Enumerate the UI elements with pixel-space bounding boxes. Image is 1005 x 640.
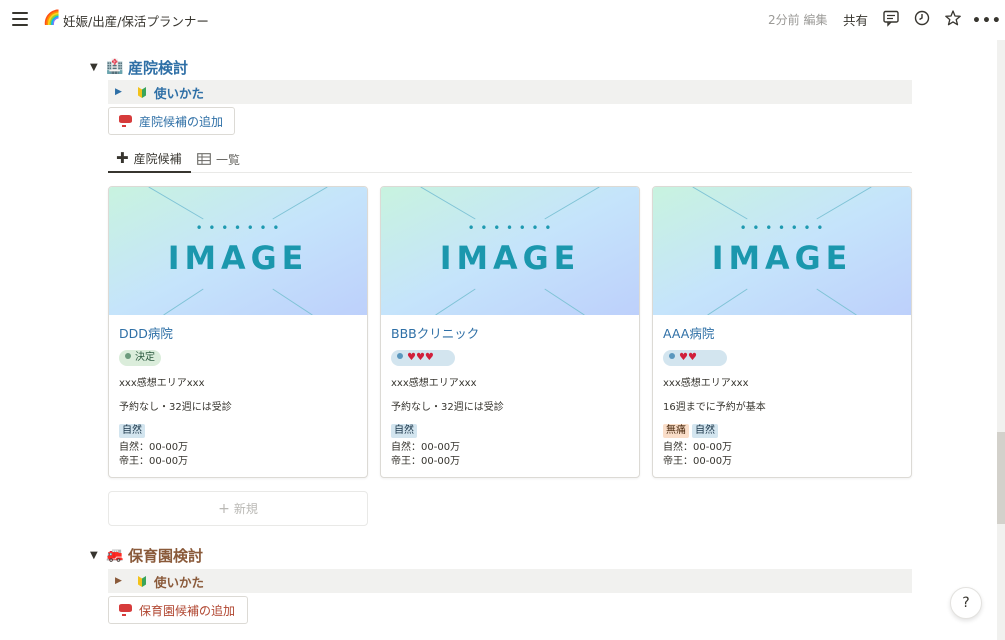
beginner-mark-icon	[138, 576, 146, 587]
toggle-label: 使いかた	[154, 85, 205, 101]
fire-engine-icon: 🚒	[106, 547, 124, 563]
add-button-label: 産院候補の追加	[139, 114, 224, 129]
howto-toggle[interactable]: ▶ 使いかた	[108, 569, 912, 593]
last-edited-text: 2分前 編集	[768, 13, 828, 27]
view-tabs: ✚ 産院候補 一覧	[108, 145, 912, 173]
clock-icon[interactable]	[913, 9, 931, 27]
tab-list[interactable]: 一覧	[197, 145, 247, 173]
card-title: DDD病院	[119, 326, 173, 341]
natural-cost: 自然：00-00万	[391, 442, 461, 453]
rating-badge: ♥♥	[663, 350, 727, 366]
impression-text: xxx感想エリアxxx	[663, 378, 749, 389]
toggle-triangle-icon[interactable]: ▶	[115, 87, 135, 97]
svg-text:IMAGE: IMAGE	[712, 239, 853, 277]
scrollbar-track[interactable]	[997, 40, 1005, 640]
section-nursery-heading: ▼ 🚒 保育園検討	[90, 544, 203, 566]
new-card-button[interactable]: + 新規	[108, 491, 368, 526]
boxing-glove-icon	[119, 604, 132, 616]
more-icon[interactable]: •••	[972, 13, 1001, 31]
cesarean-cost: 帝王：00-00万	[391, 456, 461, 467]
reservation-note: 予約なし・32週には受診	[391, 402, 504, 413]
hospital-card[interactable]: • • • • • • • IMAGE DDD病院 決定 xxx感想エリアxxx…	[108, 186, 368, 478]
card-title: AAA病院	[663, 326, 715, 341]
impression-text: xxx感想エリアxxx	[119, 378, 205, 389]
status-badge: 決定	[119, 350, 161, 366]
svg-text:IMAGE: IMAGE	[168, 239, 309, 277]
tab-hospital-candidates[interactable]: ✚ 産院候補	[108, 145, 191, 173]
toggle-label: 使いかた	[154, 574, 205, 590]
star-icon[interactable]	[944, 9, 962, 27]
section-title: 保育園検討	[128, 546, 204, 565]
share-button[interactable]: 共有	[843, 10, 868, 29]
boxing-glove-icon	[119, 115, 132, 127]
breadcrumb[interactable]: 妊娠/出産/保活プランナー	[63, 11, 209, 30]
comment-icon[interactable]	[882, 9, 900, 27]
rating-badge: ♥♥♥	[391, 350, 455, 366]
topbar: 🌈 妊娠/出産/保活プランナー 2分前 編集 共有 •••	[0, 0, 1005, 38]
svg-text:IMAGE: IMAGE	[440, 239, 581, 277]
beginner-mark-icon	[138, 87, 146, 98]
chip-natural: 自然	[692, 424, 718, 438]
rainbow-icon: 🌈	[43, 10, 61, 26]
section-title: 産院検討	[128, 58, 189, 77]
plus-icon: ✚	[116, 149, 129, 167]
collapse-caret-icon[interactable]: ▼	[90, 62, 106, 73]
howto-toggle[interactable]: ▶ 使いかた	[108, 80, 912, 104]
hamburger-menu-icon[interactable]	[12, 12, 28, 26]
hospital-card[interactable]: • • • • • • • IMAGE AAA病院 ♥♥ xxx感想エリアxxx…	[652, 186, 912, 478]
cover-image: • • • • • • • IMAGE	[109, 187, 367, 315]
svg-text:• • • • • • •: • • • • • • •	[468, 221, 553, 235]
toggle-triangle-icon[interactable]: ▶	[115, 576, 135, 586]
cesarean-cost: 帝王：00-00万	[663, 456, 733, 467]
cover-image: • • • • • • • IMAGE	[653, 187, 911, 315]
hospital-icon: 🏥	[106, 59, 124, 75]
plus-icon: +	[218, 500, 230, 517]
hospital-card[interactable]: • • • • • • • IMAGE BBBクリニック ♥♥♥ xxx感想エリ…	[380, 186, 640, 478]
card-title: BBBクリニック	[391, 326, 480, 341]
chip-natural: 自然	[119, 424, 145, 438]
natural-cost: 自然：00-00万	[663, 442, 733, 453]
svg-text:• • • • • • •: • • • • • • •	[196, 221, 281, 235]
table-icon	[197, 153, 211, 165]
tab-label: 産院候補	[133, 151, 182, 166]
chip-natural: 自然	[391, 424, 417, 438]
delivery-type-chips: 自然	[391, 422, 629, 438]
impression-text: xxx感想エリアxxx	[391, 378, 477, 389]
delivery-type-chips: 無痛 自然	[663, 422, 901, 438]
section-hospital-heading: ▼ 🏥 産院検討	[90, 56, 188, 78]
reservation-note: 16週までに予約が基本	[663, 402, 766, 413]
svg-text:• • • • • • •: • • • • • • •	[740, 221, 825, 235]
new-card-label: 新規	[233, 502, 258, 516]
natural-cost: 自然：00-00万	[119, 442, 189, 453]
reservation-note: 予約なし・32週には受診	[119, 402, 232, 413]
add-hospital-button[interactable]: 産院候補の追加	[108, 107, 235, 135]
delivery-type-chips: 自然	[119, 422, 357, 438]
tab-label: 一覧	[216, 152, 241, 167]
cesarean-cost: 帝王：00-00万	[119, 456, 189, 467]
add-button-label: 保育園候補の追加	[139, 603, 236, 618]
collapse-caret-icon[interactable]: ▼	[90, 550, 106, 561]
scrollbar-thumb[interactable]	[997, 432, 1005, 524]
help-button[interactable]: ?	[950, 587, 982, 619]
chip-painless: 無痛	[663, 424, 689, 438]
cover-image: • • • • • • • IMAGE	[381, 187, 639, 315]
add-nursery-button[interactable]: 保育園候補の追加	[108, 596, 248, 624]
